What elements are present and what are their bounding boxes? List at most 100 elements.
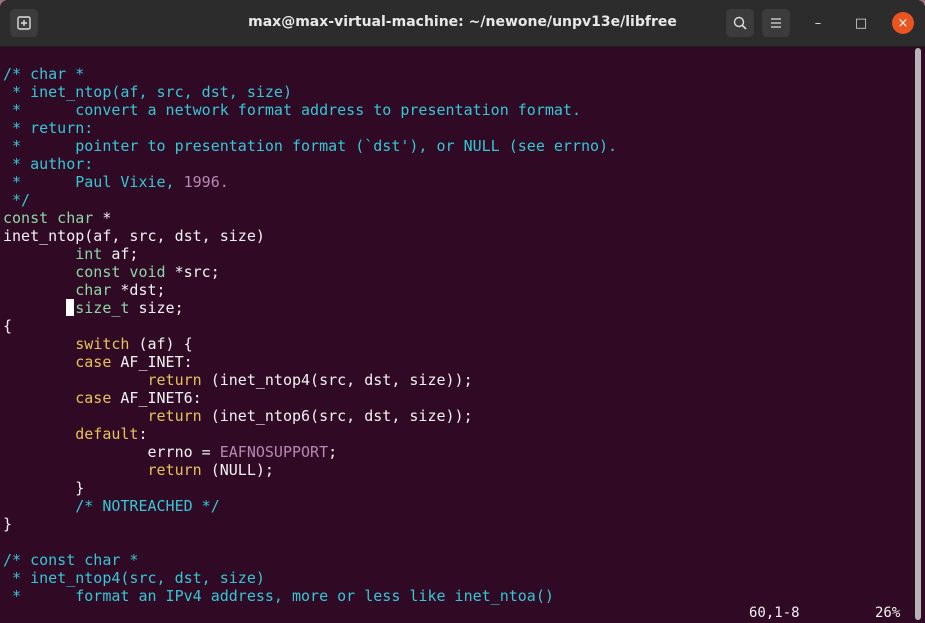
code-token-normal: } [3, 515, 13, 533]
scroll-percent: 26% [875, 605, 901, 621]
code-token-keyword: return [147, 371, 202, 389]
code-token-normal [3, 389, 75, 407]
title-bar: max@max-virtual-machine: ~/newone/unpv13… [0, 0, 925, 47]
code-line: size_t size; [3, 299, 617, 317]
code-line: } [3, 515, 617, 533]
code-token-normal [3, 371, 148, 389]
code-token-comment: */ [3, 191, 31, 209]
menu-button[interactable] [762, 9, 790, 37]
code-token-comment: /* char * [3, 65, 85, 83]
code-token-normal: (inet_ntop4(src, dst, size)); [201, 371, 473, 389]
code-line: * pointer to presentation format (`dst')… [3, 137, 617, 155]
code-token-comment: * return: [3, 119, 94, 137]
maximize-button[interactable]: □ [850, 12, 872, 34]
code-line: * return: [3, 119, 617, 137]
code-token-normal: { [3, 317, 13, 335]
code-line: inet_ntop(af, src, dst, size) [3, 227, 617, 245]
code-token-constant: EAFNOSUPPORT [219, 443, 329, 461]
code-token-comment: * inet_ntop(af, src, dst, size) [3, 83, 292, 101]
code-line: /* NOTREACHED */ [3, 497, 617, 515]
code-token-normal [3, 497, 75, 515]
code-token-normal: *src; [165, 263, 220, 281]
code-token-comment: * inet_ntop4(src, dst, size) [3, 569, 265, 587]
vim-editor-buffer[interactable]: /* char * * inet_ntop(af, src, dst, size… [3, 65, 617, 605]
code-token-normal [3, 425, 75, 443]
code-line: char *dst; [3, 281, 617, 299]
code-line: * convert a network format address to pr… [3, 101, 617, 119]
code-line: /* const char * [3, 551, 617, 569]
code-token-comment: * format an IPv4 address, more or less l… [3, 587, 554, 605]
code-token-normal [3, 299, 75, 317]
code-token-normal: (inet_ntop6(src, dst, size)); [201, 407, 473, 425]
code-token-normal: * [93, 209, 112, 227]
code-token-keyword: default [75, 425, 139, 443]
code-line: /* char * [3, 65, 617, 83]
close-button[interactable]: × [892, 12, 914, 34]
code-token-comment: /* const char * [3, 551, 139, 569]
minimize-button[interactable]: – [807, 12, 829, 34]
code-token-normal: (af) { [129, 335, 193, 353]
code-line: const void *src; [3, 263, 617, 281]
search-icon [733, 16, 747, 30]
code-token-type: int [75, 245, 103, 263]
code-token-normal: AF_INET: [111, 353, 193, 371]
code-line: * format an IPv4 address, more or less l… [3, 587, 617, 605]
terminal-window: max@max-virtual-machine: ~/newone/unpv13… [0, 0, 925, 623]
code-line: int af; [3, 245, 617, 263]
code-line: case AF_INET6: [3, 389, 617, 407]
code-line: */ [3, 191, 617, 209]
code-token-type: const char [3, 209, 94, 227]
code-token-normal: size; [129, 299, 184, 317]
text-cursor [66, 299, 74, 316]
code-token-keyword: return [147, 407, 202, 425]
code-token-keyword: case [75, 389, 112, 407]
code-token-normal: (NULL); [201, 461, 274, 479]
code-line: switch (af) { [3, 335, 617, 353]
code-token-normal [3, 353, 75, 371]
code-token-normal: *dst; [111, 281, 166, 299]
code-token-normal: AF_INET6: [111, 389, 202, 407]
code-line: * inet_ntop4(src, dst, size) [3, 569, 617, 587]
code-line: { [3, 317, 617, 335]
code-token-type: const void [75, 263, 166, 281]
code-line: errno = EAFNOSUPPORT; [3, 443, 617, 461]
code-line: * author: [3, 155, 617, 173]
code-line: * inet_ntop(af, src, dst, size) [3, 83, 617, 101]
code-line: default: [3, 425, 617, 443]
code-token-normal [3, 263, 75, 281]
code-token-keyword: case [75, 353, 112, 371]
code-line: return (inet_ntop6(src, dst, size)); [3, 407, 617, 425]
code-line: const char * [3, 209, 617, 227]
cursor-position: 60,1-8 [749, 605, 800, 621]
code-token-constant: 1996. [183, 173, 229, 191]
hamburger-menu-icon [771, 18, 781, 28]
code-line: * Paul Vixie, 1996. [3, 173, 617, 191]
code-token-comment: * convert a network format address to pr… [3, 101, 581, 119]
code-token-comment: * Paul Vixie, [3, 173, 184, 191]
code-token-comment: * pointer to presentation format (`dst')… [3, 137, 618, 155]
code-token-normal: : [138, 425, 148, 443]
code-token-normal [3, 335, 75, 353]
code-token-normal: errno = [3, 443, 220, 461]
code-token-normal: } [3, 479, 85, 497]
code-token-keyword: switch [75, 335, 130, 353]
code-token-type: char [75, 281, 112, 299]
code-token-comment: /* NOTREACHED */ [75, 497, 220, 515]
code-line: return (NULL); [3, 461, 617, 479]
search-button[interactable] [726, 9, 754, 37]
code-token-normal: ; [328, 443, 338, 461]
code-line: return (inet_ntop4(src, dst, size)); [3, 371, 617, 389]
code-line: } [3, 479, 617, 497]
code-token-comment: * author: [3, 155, 94, 173]
code-token-normal: inet_ntop(af, src, dst, size) [3, 227, 265, 245]
scrollbar[interactable] [915, 48, 921, 620]
code-token-normal [3, 281, 75, 299]
code-line: case AF_INET: [3, 353, 617, 371]
code-token-normal [3, 245, 75, 263]
code-token-normal [3, 461, 148, 479]
code-token-keyword: return [147, 461, 202, 479]
code-token-normal [3, 407, 148, 425]
code-token-normal: af; [102, 245, 139, 263]
code-token-type: size_t [75, 299, 130, 317]
